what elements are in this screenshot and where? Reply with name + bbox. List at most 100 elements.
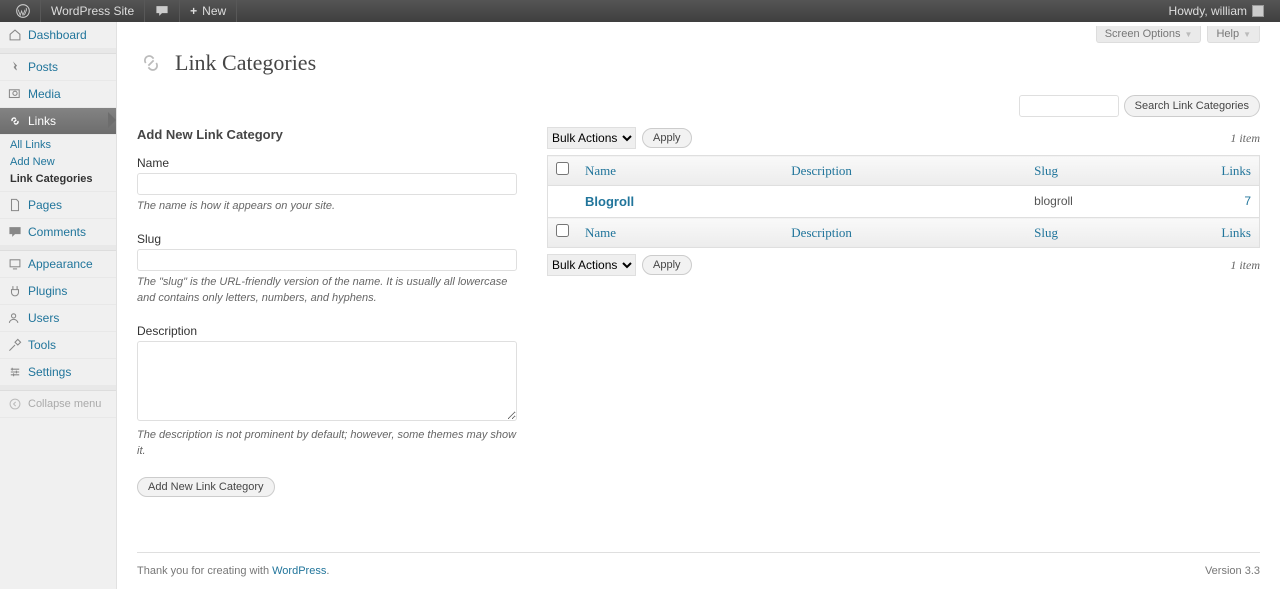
menu-label: Settings <box>28 365 71 379</box>
row-links-count[interactable]: 7 <box>1244 194 1251 208</box>
item-count-bottom: 1 item <box>1230 258 1260 273</box>
sidebar-item-dashboard[interactable]: Dashboard <box>0 22 116 49</box>
bulk-actions-select-bottom[interactable]: Bulk Actions <box>547 254 636 276</box>
menu-label: Posts <box>28 60 58 74</box>
collapse-icon <box>8 397 22 411</box>
col-description[interactable]: Description <box>783 156 1026 186</box>
new-label: New <box>202 4 226 18</box>
col-name[interactable]: Name <box>577 156 783 186</box>
submenu-add-new[interactable]: Add New <box>10 156 116 168</box>
chevron-down-icon: ▼ <box>1243 30 1251 39</box>
sidebar-item-appearance[interactable]: Appearance <box>0 251 116 278</box>
sidebar-item-tools[interactable]: Tools <box>0 332 116 359</box>
howdy-account[interactable]: Howdy, william <box>1159 0 1274 22</box>
footer-version: Version 3.3 <box>1205 565 1260 577</box>
menu-label: Dashboard <box>28 28 87 42</box>
slug-label: Slug <box>137 232 517 246</box>
description-hint: The description is not prominent by defa… <box>137 428 517 459</box>
row-slug: blogroll <box>1026 186 1199 218</box>
page-title: Link Categories <box>175 50 316 76</box>
page-heading: Link Categories <box>137 49 1260 77</box>
search-button[interactable]: Search Link Categories <box>1124 95 1260 117</box>
help-tab[interactable]: Help ▼ <box>1207 26 1260 43</box>
main-content: Screen Options ▼ Help ▼ Link Categories … <box>117 22 1280 589</box>
select-all-top[interactable] <box>556 162 569 175</box>
col-links[interactable]: Links <box>1200 156 1260 186</box>
menu-label: Collapse menu <box>28 398 101 410</box>
page-icon <box>8 198 22 212</box>
help-label: Help <box>1216 28 1239 40</box>
bulk-actions-select-top[interactable]: Bulk Actions <box>547 127 636 149</box>
wordpress-icon <box>16 4 30 18</box>
col-slug[interactable]: Slug <box>1026 218 1199 248</box>
col-slug[interactable]: Slug <box>1026 156 1199 186</box>
site-name-link[interactable]: WordPress Site <box>41 0 145 22</box>
menu-label: Appearance <box>28 257 93 271</box>
description-textarea[interactable] <box>137 341 517 421</box>
screen-options-tab[interactable]: Screen Options ▼ <box>1096 26 1202 43</box>
sidebar-item-pages[interactable]: Pages <box>0 192 116 219</box>
link-icon <box>8 114 22 128</box>
select-all-bottom[interactable] <box>556 224 569 237</box>
sidebar-item-comments[interactable]: Comments <box>0 219 116 246</box>
row-description <box>783 186 1026 218</box>
sidebar-item-settings[interactable]: Settings <box>0 359 116 386</box>
slug-hint: The "slug" is the URL-friendly version o… <box>137 275 517 306</box>
description-label: Description <box>137 324 517 338</box>
wp-logo-menu[interactable] <box>6 0 41 22</box>
sidebar-item-media[interactable]: Media <box>0 81 116 108</box>
footer-wordpress-link[interactable]: WordPress <box>272 565 326 577</box>
submenu-link-categories[interactable]: Link Categories <box>10 173 116 185</box>
plus-icon: + <box>190 4 197 18</box>
sidebar-item-links[interactable]: Links <box>0 108 116 135</box>
row-name-link[interactable]: Blogroll <box>585 194 634 209</box>
table-row: Blogroll blogroll 7 <box>548 186 1260 218</box>
category-list-panel: Bulk Actions Apply 1 item Name Descripti… <box>547 127 1260 497</box>
pin-icon <box>8 60 22 74</box>
apply-button-bottom[interactable]: Apply <box>642 255 692 275</box>
sidebar-item-posts[interactable]: Posts <box>0 54 116 81</box>
name-hint: The name is how it appears on your site. <box>137 199 517 214</box>
col-description[interactable]: Description <box>783 218 1026 248</box>
apply-button-top[interactable]: Apply <box>642 128 692 148</box>
collapse-menu[interactable]: Collapse menu <box>0 391 116 418</box>
home-icon <box>8 28 22 42</box>
categories-table: Name Description Slug Links Blogroll blo… <box>547 155 1260 248</box>
form-heading: Add New Link Category <box>137 127 517 142</box>
tools-icon <box>8 338 22 352</box>
slug-input[interactable] <box>137 249 517 271</box>
submenu-all-links[interactable]: All Links <box>10 139 116 151</box>
sidebar-item-plugins[interactable]: Plugins <box>0 278 116 305</box>
name-input[interactable] <box>137 173 517 195</box>
screen-options-label: Screen Options <box>1105 28 1181 40</box>
col-name[interactable]: Name <box>577 218 783 248</box>
menu-label: Plugins <box>28 284 67 298</box>
add-category-button[interactable]: Add New Link Category <box>137 477 275 497</box>
menu-label: Media <box>28 87 61 101</box>
plugin-icon <box>8 284 22 298</box>
search-input[interactable] <box>1019 95 1119 117</box>
menu-label: Comments <box>28 225 86 239</box>
add-category-form: Add New Link Category Name The name is h… <box>137 127 517 497</box>
users-icon <box>8 311 22 325</box>
media-icon <box>8 87 22 101</box>
new-content-menu[interactable]: + New <box>180 0 237 22</box>
settings-icon <box>8 365 22 379</box>
menu-label: Users <box>28 311 59 325</box>
chevron-down-icon: ▼ <box>1185 30 1193 39</box>
link-icon <box>137 49 165 77</box>
menu-label: Links <box>28 114 56 128</box>
admin-footer: Thank you for creating with WordPress. V… <box>137 552 1260 589</box>
comment-icon <box>8 225 22 239</box>
sidebar-item-users[interactable]: Users <box>0 305 116 332</box>
links-submenu: All Links Add New Link Categories <box>0 135 116 192</box>
admin-bar: WordPress Site + New Howdy, william <box>0 0 1280 22</box>
col-links[interactable]: Links <box>1200 218 1260 248</box>
comments-bubble[interactable] <box>145 0 180 22</box>
comment-icon <box>155 4 169 18</box>
appearance-icon <box>8 257 22 271</box>
name-label: Name <box>137 156 517 170</box>
menu-label: Tools <box>28 338 56 352</box>
footer-thanks: Thank you for creating with <box>137 565 272 577</box>
howdy-text: Howdy, william <box>1169 4 1247 18</box>
